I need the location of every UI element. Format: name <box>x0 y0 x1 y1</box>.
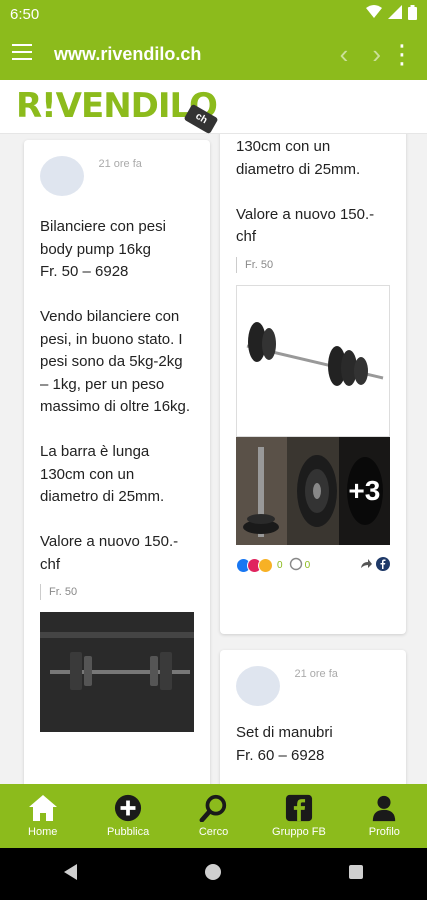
home-icon <box>28 795 57 821</box>
status-time: 6:50 <box>10 5 40 23</box>
post-photo[interactable] <box>236 284 390 437</box>
facebook-share-icon[interactable] <box>376 556 390 574</box>
post-card[interactable]: 21 ore fa Set di manubri Fr. 60 – 6928 <box>220 650 406 784</box>
post-feed[interactable]: 21 ore fa Bilanciere con pesi body pump … <box>0 134 427 784</box>
back-triangle-icon[interactable] <box>63 863 79 886</box>
more-options-icon[interactable]: ⋮ <box>389 41 415 67</box>
post-card[interactable]: 130cm con un diametro di 25mm. Valore a … <box>220 134 406 634</box>
post-text: Set di manubri Fr. 60 – 6928 <box>236 724 333 764</box>
post-photo-thumb[interactable] <box>236 436 288 545</box>
share-icon[interactable] <box>360 558 372 573</box>
browser-toolbar: www.rivendilo.ch ‹ › ⋮ <box>0 28 427 80</box>
nav-home-label: Home <box>28 826 58 838</box>
nav-gruppo-fb[interactable]: Gruppo FB <box>256 784 341 848</box>
site-header: R!VENDILO ch <box>0 80 427 135</box>
recents-square-icon[interactable] <box>348 864 364 885</box>
post-time: 21 ore fa <box>294 668 338 680</box>
status-bar: 6:50 <box>0 0 427 28</box>
nav-cerco-label: Cerco <box>198 826 229 838</box>
comment-icon[interactable] <box>289 557 303 574</box>
forward-arrow-icon[interactable]: › <box>372 41 381 67</box>
back-arrow-icon[interactable]: ‹ <box>340 41 349 67</box>
url-text[interactable]: www.rivendilo.ch <box>54 44 340 65</box>
reactions-bar[interactable]: 0 0 <box>236 556 390 574</box>
post-text: Bilanciere con pesi body pump 16kg Fr. 5… <box>40 218 191 573</box>
haha-icon[interactable] <box>258 557 273 573</box>
nav-cerco[interactable]: Cerco <box>171 784 256 848</box>
more-photos-count[interactable]: +3 <box>338 436 390 545</box>
post-time: 21 ore fa <box>98 158 142 170</box>
system-navigation-bar <box>0 848 427 900</box>
bottom-navigation: Home Pubblica Cerco Gruppo FB Profilo <box>0 784 427 848</box>
price-tag: Fr. 50 <box>236 256 390 273</box>
nav-home[interactable]: Home <box>0 784 85 848</box>
search-icon <box>199 794 226 822</box>
facebook-icon <box>285 794 312 822</box>
plus-circle-icon <box>115 794 142 822</box>
nav-gruppo-fb-label: Gruppo FB <box>272 826 326 838</box>
nav-profilo-label: Profilo <box>368 826 400 838</box>
profile-icon <box>373 795 396 822</box>
post-photo-thumb[interactable] <box>287 436 339 545</box>
reaction-count: 0 <box>277 559 283 571</box>
nav-profilo[interactable]: Profilo <box>342 784 427 848</box>
nav-pubblica[interactable]: Pubblica <box>85 784 170 848</box>
nav-pubblica-label: Pubblica <box>107 826 150 838</box>
signal-icon <box>388 5 402 23</box>
comment-count: 0 <box>304 559 311 571</box>
wifi-icon <box>366 5 382 23</box>
post-photo[interactable] <box>40 612 194 732</box>
post-photo-thumb[interactable]: +3 <box>338 436 390 545</box>
avatar[interactable] <box>236 666 280 706</box>
battery-icon <box>408 4 417 24</box>
menu-icon[interactable] <box>12 43 32 65</box>
post-card[interactable]: 21 ore fa Bilanciere con pesi body pump … <box>24 140 210 784</box>
avatar[interactable] <box>40 156 84 196</box>
price-tag: Fr. 50 <box>40 584 194 600</box>
post-text: 130cm con un diametro di 25mm. Valore a … <box>236 138 375 245</box>
home-circle-icon[interactable] <box>204 863 222 886</box>
